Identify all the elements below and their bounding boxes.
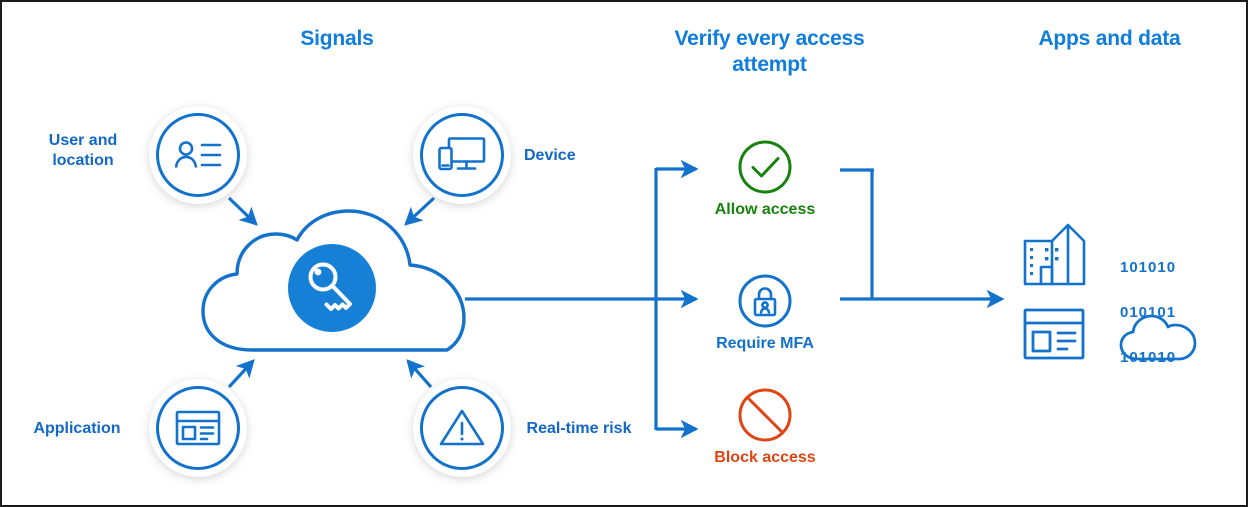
signal-label-real-time-risk: Real-time risk (526, 420, 632, 437)
decision-label-block-access: Block access (714, 449, 816, 466)
warning-triangle-icon (439, 409, 485, 446)
user-card-icon (174, 141, 222, 168)
decision-label-allow-access: Allow access (714, 201, 816, 218)
policy-engine-cloud (192, 207, 477, 362)
app-window-icon (175, 410, 221, 446)
signal-node-user-and-location[interactable] (149, 106, 247, 204)
heading-verify-every-access-attempt: Verify every access attempt (674, 27, 865, 76)
app-window-icon (1023, 308, 1085, 360)
signal-label-device: Device (524, 147, 576, 164)
decision-label-require-mfa: Require MFA (716, 335, 814, 352)
signal-ring (156, 113, 240, 197)
signal-label-application: Application (33, 420, 121, 437)
key-badge (288, 244, 376, 337)
cloud-icon (1119, 314, 1197, 361)
signal-ring (156, 386, 240, 470)
block-circle-icon (738, 388, 792, 442)
binary-row-1: 101010 (1120, 259, 1177, 276)
signal-label-user-and-location: User and location (48, 132, 118, 169)
signal-node-device[interactable] (413, 106, 511, 204)
arrow-risk-to-cloud (406, 359, 433, 389)
office-buildings-icon (1023, 223, 1086, 286)
lock-person-circle-icon (738, 274, 792, 328)
decision-require-mfa[interactable]: Require MFA (690, 272, 840, 353)
signal-ring (420, 113, 504, 197)
decision-allow-access[interactable]: Allow access (690, 138, 840, 219)
signal-node-application[interactable] (149, 379, 247, 477)
monitor-phone-icon (438, 137, 486, 171)
decision-block-access[interactable]: Block access (690, 386, 840, 467)
signal-ring (420, 386, 504, 470)
arrow-application-to-cloud (227, 359, 255, 389)
signal-node-real-time-risk[interactable] (413, 379, 511, 477)
check-circle-icon (738, 140, 792, 194)
zero-trust-diagram: Signals Verify every access attempt Apps… (0, 0, 1248, 507)
heading-apps-and-data: Apps and data (1038, 27, 1181, 50)
heading-signals: Signals (300, 27, 374, 50)
key-icon (288, 244, 376, 332)
